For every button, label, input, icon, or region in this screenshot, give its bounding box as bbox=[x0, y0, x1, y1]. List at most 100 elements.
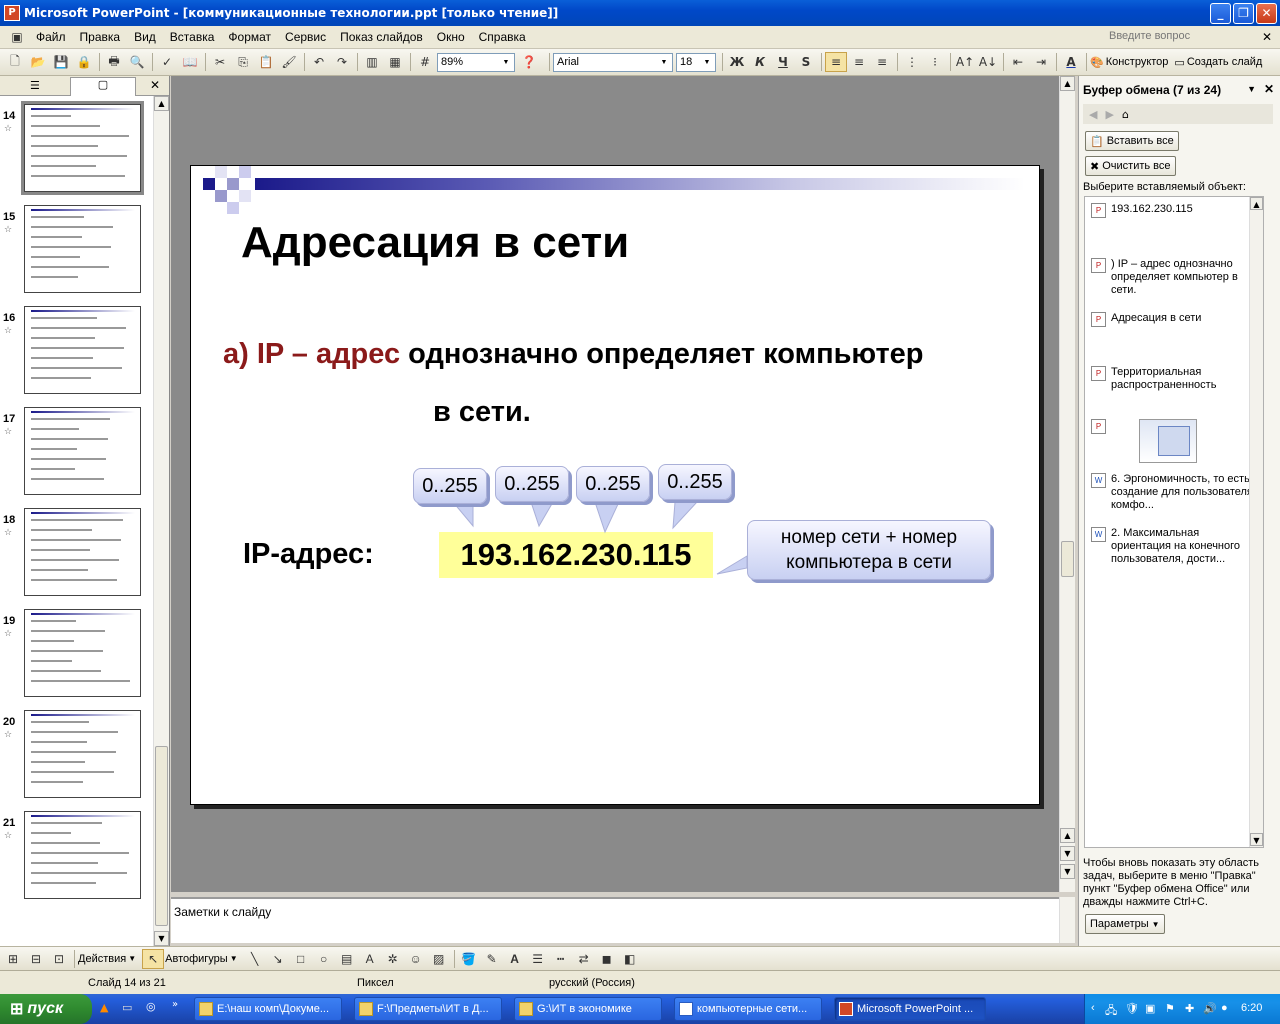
help-icon[interactable]: ❓ bbox=[518, 52, 540, 72]
redo-icon[interactable]: ↷ bbox=[331, 52, 353, 72]
new-slide-button[interactable]: ▭ Создать слайд bbox=[1174, 56, 1262, 69]
minimize-button[interactable]: _ bbox=[1210, 3, 1231, 24]
clipboard-item[interactable]: P) IP – адрес однозначно определяет комп… bbox=[1089, 258, 1257, 297]
slide-thumbnail[interactable] bbox=[24, 508, 141, 596]
copy-icon[interactable]: ⎘ bbox=[232, 52, 254, 72]
numbering-icon[interactable]: ⋮ bbox=[901, 52, 923, 72]
outline-tab-icon[interactable]: ☰ bbox=[30, 79, 40, 92]
clipboard-item[interactable]: W 2. Максимальная ориентация на конечного… bbox=[1089, 527, 1257, 566]
scroll-down-icon[interactable]: ▼ bbox=[154, 931, 169, 946]
normal-view-icon[interactable]: ⊞ bbox=[2, 949, 24, 969]
chevron-down-icon[interactable]: ▼ bbox=[1247, 84, 1256, 94]
notes-pane[interactable]: Заметки к слайду bbox=[171, 897, 1074, 943]
actions-menu[interactable]: Действия ▼ bbox=[78, 953, 136, 965]
octet-callout[interactable]: 0..255 bbox=[495, 466, 569, 502]
save-icon[interactable]: 💾 bbox=[50, 52, 72, 72]
arrow-style-icon[interactable]: ⇄ bbox=[573, 949, 595, 969]
home-icon[interactable]: ⌂ bbox=[1122, 108, 1129, 121]
fill-color-icon[interactable]: 🪣 bbox=[458, 949, 480, 969]
sorter-view-icon[interactable]: ⊟ bbox=[25, 949, 47, 969]
scroll-up-icon[interactable]: ▲ bbox=[1060, 76, 1075, 91]
menu-help[interactable]: Справка bbox=[472, 30, 533, 44]
octet-callout[interactable]: 0..255 bbox=[576, 466, 650, 502]
close-document-icon[interactable]: ✕ bbox=[1262, 30, 1272, 44]
spelling-icon[interactable]: ✓ bbox=[156, 52, 178, 72]
italic-button[interactable]: К bbox=[749, 52, 771, 72]
menu-tools[interactable]: Сервис bbox=[278, 30, 333, 44]
slide-thumbnail[interactable] bbox=[24, 306, 141, 394]
slides-tab-icon[interactable]: ▢ bbox=[70, 77, 136, 96]
shadow-button[interactable]: S bbox=[795, 52, 817, 72]
close-icon[interactable]: ✕ bbox=[1264, 82, 1274, 96]
clear-all-button[interactable]: ✖ Очистить все bbox=[1085, 156, 1176, 176]
textbox-icon[interactable]: ▤ bbox=[336, 949, 358, 969]
underline-button[interactable]: Ч bbox=[772, 52, 794, 72]
align-right-icon[interactable]: ≡ bbox=[871, 52, 893, 72]
slide-thumbnail[interactable] bbox=[24, 710, 141, 798]
slide-thumbnail[interactable] bbox=[24, 609, 141, 697]
paste-icon[interactable]: 📋 bbox=[255, 52, 277, 72]
scroll-down-icon[interactable]: ▼ bbox=[1060, 864, 1075, 879]
maximize-button[interactable]: ❐ bbox=[1233, 3, 1254, 24]
preview-icon[interactable]: 🔍 bbox=[126, 52, 148, 72]
wordart-icon[interactable]: A bbox=[359, 949, 381, 969]
picture-icon[interactable]: ▨ bbox=[428, 949, 450, 969]
print-icon[interactable]: 🖶 bbox=[103, 52, 125, 72]
clipart-icon[interactable]: ☺ bbox=[405, 949, 427, 969]
font-color-icon[interactable]: A bbox=[504, 949, 526, 969]
3d-style-icon[interactable]: ◧ bbox=[619, 949, 641, 969]
select-pointer-icon[interactable]: ↖ bbox=[142, 948, 165, 969]
explorer-icon[interactable]: ▭ bbox=[122, 1001, 132, 1014]
undo-icon[interactable]: ↶ bbox=[308, 52, 330, 72]
align-left-icon[interactable]: ≡ bbox=[825, 52, 847, 72]
menu-edit[interactable]: Правка bbox=[73, 30, 128, 44]
taskbar-item[interactable]: G:\ИТ в экономике bbox=[514, 997, 662, 1021]
font-color-icon[interactable]: A bbox=[1060, 52, 1082, 72]
format-painter-icon[interactable]: 🖌 bbox=[278, 52, 300, 72]
quicklaunch-more-icon[interactable]: » bbox=[172, 999, 178, 1010]
chart-icon[interactable]: ▥ bbox=[361, 52, 383, 72]
paste-all-button[interactable]: 📋 Вставить все bbox=[1085, 131, 1179, 151]
scroll-up-icon[interactable]: ▲ bbox=[154, 96, 169, 111]
octet-callout[interactable]: 0..255 bbox=[413, 468, 487, 504]
scroll-down-icon[interactable]: ▼ bbox=[1060, 846, 1075, 861]
menu-slideshow[interactable]: Показ слайдов bbox=[333, 30, 430, 44]
shadow-style-icon[interactable]: ◼ bbox=[596, 949, 618, 969]
tray-status-icon[interactable]: ● bbox=[1221, 1002, 1228, 1014]
cut-icon[interactable]: ✂ bbox=[209, 52, 231, 72]
slide-thumbnail[interactable] bbox=[24, 407, 141, 495]
clock[interactable]: 6:20 bbox=[1241, 1002, 1262, 1014]
slideshow-view-icon[interactable]: ⊡ bbox=[48, 949, 70, 969]
designer-button[interactable]: 🎨 Конструктор bbox=[1090, 56, 1168, 69]
menu-view[interactable]: Вид bbox=[127, 30, 163, 44]
back-icon[interactable]: ◀ bbox=[1089, 108, 1097, 121]
taskbar-item[interactable]: F:\Предметы\ИТ в Д... bbox=[354, 997, 502, 1021]
font-size-select[interactable]: 18 ▼ bbox=[676, 52, 716, 72]
taskbar-item[interactable]: компьютерные сети... bbox=[674, 997, 822, 1021]
scroll-thumb[interactable] bbox=[1061, 541, 1074, 577]
oval-icon[interactable]: ○ bbox=[313, 949, 335, 969]
increase-indent-icon[interactable]: ⇥ bbox=[1030, 52, 1052, 72]
grid-icon[interactable]: # bbox=[414, 52, 436, 72]
scroll-up-icon[interactable]: ▲ bbox=[1250, 197, 1263, 210]
line-color-icon[interactable]: ✎ bbox=[481, 949, 503, 969]
security-icon[interactable]: 🛡 bbox=[1125, 1002, 1139, 1015]
line-icon[interactable]: ╲ bbox=[244, 949, 266, 969]
open-icon[interactable]: 📂 bbox=[27, 52, 49, 72]
taskbar-item[interactable]: E:\наш комп\Докуме... bbox=[194, 997, 342, 1021]
tray-app-icon[interactable]: ▣ bbox=[1145, 1002, 1155, 1015]
decrease-indent-icon[interactable]: ⇤ bbox=[1007, 52, 1029, 72]
slide-thumbnail[interactable] bbox=[24, 811, 141, 899]
volume-icon[interactable]: 🔊 bbox=[1203, 1002, 1217, 1015]
octet-callout[interactable]: 0..255 bbox=[658, 464, 732, 500]
menu-format[interactable]: Формат bbox=[221, 30, 278, 44]
zoom-select[interactable]: 89% ▼ bbox=[437, 52, 515, 72]
help-search-input[interactable]: Введите вопрос bbox=[1106, 29, 1256, 46]
align-center-icon[interactable]: ≡ bbox=[848, 52, 870, 72]
bullets-icon[interactable]: ⁝ bbox=[924, 52, 946, 72]
clipboard-scrollbar[interactable]: ▲ ▼ bbox=[1249, 197, 1263, 847]
chrome-icon[interactable]: ◎ bbox=[146, 1000, 156, 1013]
vlc-icon[interactable]: ▲ bbox=[100, 1001, 108, 1014]
decrease-font-icon[interactable]: A↓ bbox=[977, 52, 999, 72]
increase-font-icon[interactable]: A↑ bbox=[954, 52, 976, 72]
